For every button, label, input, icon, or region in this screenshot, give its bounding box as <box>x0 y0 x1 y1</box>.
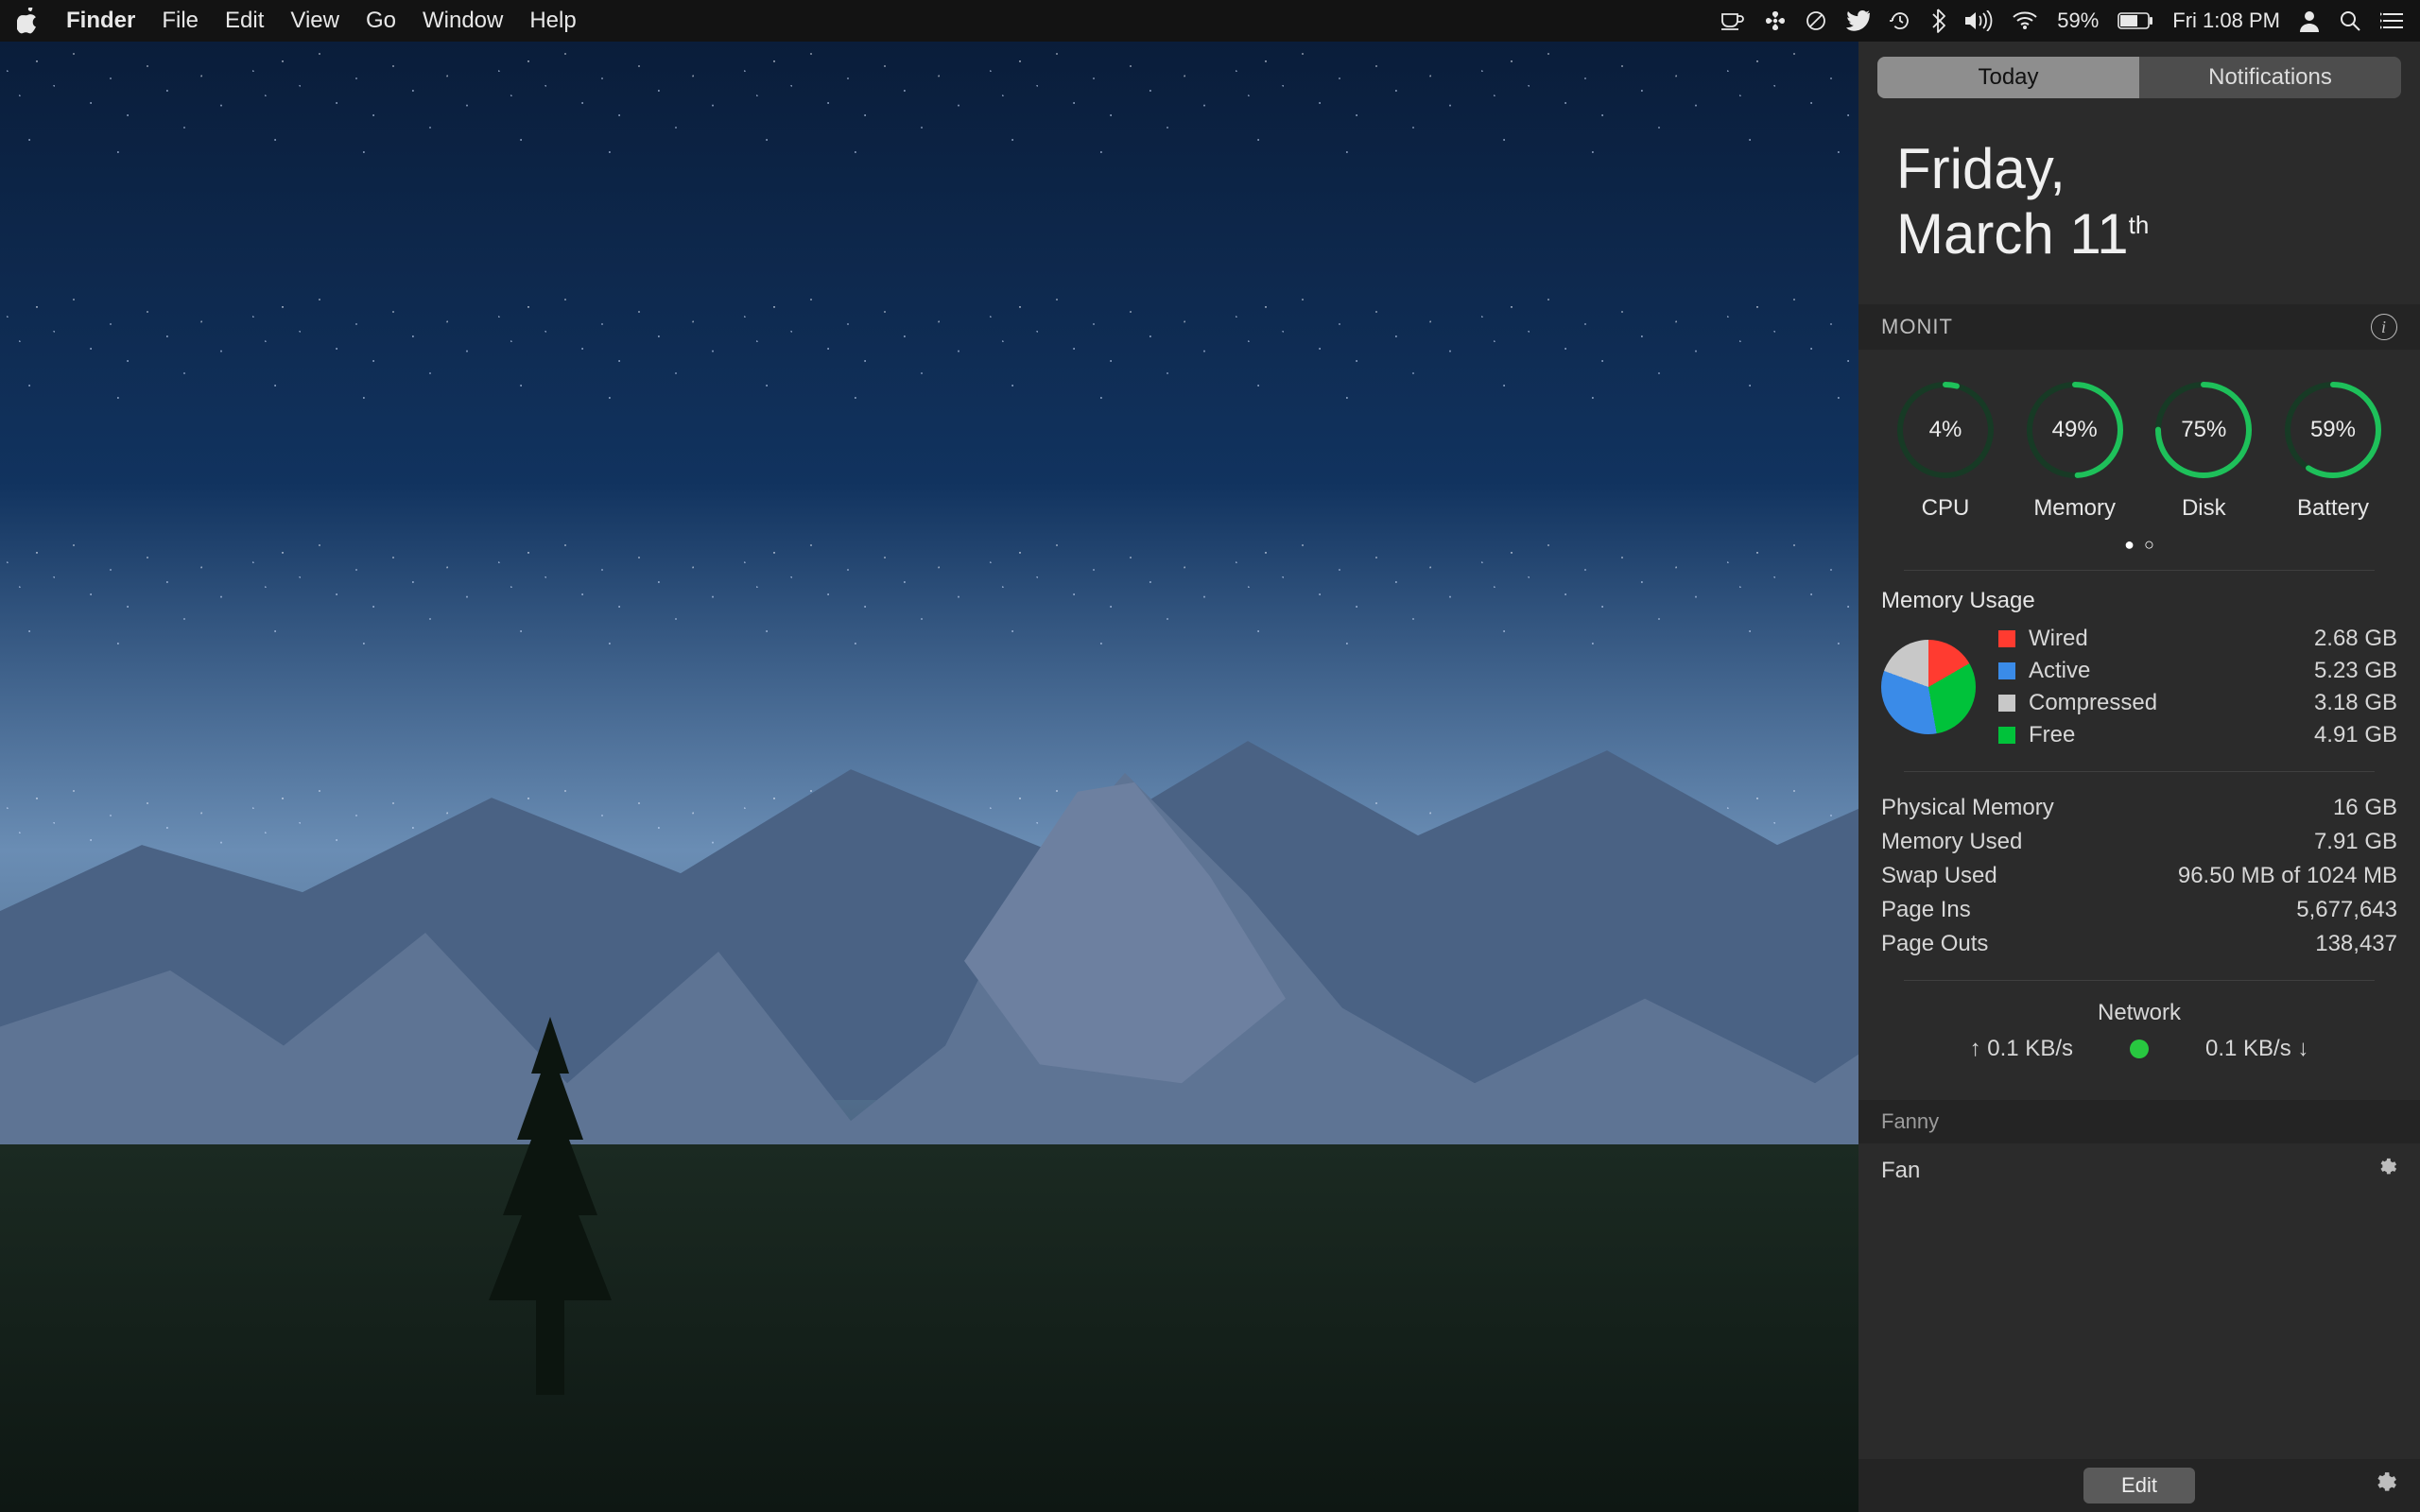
fan-icon[interactable] <box>1764 9 1787 32</box>
legend-value: 5.23 GB <box>2314 658 2397 684</box>
stat-value: 7.91 GB <box>2314 829 2397 855</box>
legend-row: Compressed 3.18 GB <box>1998 690 2397 716</box>
legend-row: Active 5.23 GB <box>1998 658 2397 684</box>
tab-notifications[interactable]: Notifications <box>2139 57 2401 98</box>
gauge-label: CPU <box>1922 495 1970 522</box>
stat-row: Physical Memory 16 GB <box>1881 795 2397 821</box>
wifi-icon[interactable] <box>2012 11 2038 30</box>
nc-footer: Edit <box>1858 1459 2420 1512</box>
gauge-percent: 4% <box>1893 378 1997 482</box>
settings-gear-icon[interactable] <box>2373 1470 2397 1502</box>
notification-center-panel: Today Notifications Friday, March 11th M… <box>1858 42 2420 1512</box>
fan-label: Fan <box>1881 1158 1920 1184</box>
menubar-clock[interactable]: Fri 1:08 PM <box>2172 9 2280 33</box>
stat-key: Physical Memory <box>1881 795 2054 821</box>
stat-row: Page Outs 138,437 <box>1881 931 2397 957</box>
monit-title: MONIT <box>1881 315 1953 339</box>
volume-icon[interactable] <box>1964 10 1993 31</box>
gauge-cpu: 4% CPU <box>1885 378 2006 522</box>
menu-edit[interactable]: Edit <box>225 8 264 34</box>
stat-value: 16 GB <box>2333 795 2397 821</box>
gauge-percent: 75% <box>2152 378 2256 482</box>
date-line-2: March 11th <box>1896 201 2382 266</box>
gear-icon[interactable] <box>2377 1157 2397 1184</box>
gauge-disk: 75% Disk <box>2143 378 2264 522</box>
menubar: Finder File Edit View Go Window Help <box>0 0 2420 42</box>
gauge-percent: 59% <box>2281 378 2385 482</box>
gauge-label: Battery <box>2297 495 2369 522</box>
app-menu[interactable]: Finder <box>66 8 135 34</box>
gauge-memory: 49% Memory <box>2014 378 2135 522</box>
legend-swatch <box>1998 695 2015 712</box>
gauge-ring: 59% <box>2281 378 2385 482</box>
monit-widget-body: 4% CPU 49% Memory 75% Disk 59% Battery ● ○ Memo… <box>1858 350 2420 1100</box>
network-section-title: Network <box>1881 981 2397 1036</box>
stat-key: Page Ins <box>1881 897 1971 923</box>
network-upload: ↑ 0.1 KB/s <box>1970 1036 2073 1062</box>
legend-label: Wired <box>2029 626 2088 652</box>
page-indicator: ● ○ <box>1881 529 2397 570</box>
legend-label: Compressed <box>2029 690 2157 716</box>
bluetooth-icon[interactable] <box>1930 9 1945 33</box>
legend-swatch <box>1998 727 2015 744</box>
legend-swatch <box>1998 630 2015 647</box>
edit-button[interactable]: Edit <box>2083 1468 2195 1503</box>
menu-help[interactable]: Help <box>529 8 576 34</box>
menu-go[interactable]: Go <box>366 8 396 34</box>
legend-label: Active <box>2029 658 2090 684</box>
notification-center-icon[interactable] <box>2380 11 2403 30</box>
today-date: Friday, March 11th <box>1858 108 2420 304</box>
network-status-dot <box>2130 1040 2149 1058</box>
memory-pie-chart <box>1881 640 1976 734</box>
stat-value: 138,437 <box>2315 931 2397 957</box>
menu-file[interactable]: File <box>162 8 199 34</box>
monit-widget-header: MONIT i <box>1858 304 2420 350</box>
gauge-battery: 59% Battery <box>2273 378 2394 522</box>
apple-menu-icon[interactable] <box>17 8 40 34</box>
fanny-widget-header: Fanny <box>1858 1100 2420 1143</box>
stat-key: Page Outs <box>1881 931 1988 957</box>
legend-row: Wired 2.68 GB <box>1998 626 2397 652</box>
timemachine-icon[interactable] <box>1889 9 1911 32</box>
stat-key: Swap Used <box>1881 863 1997 889</box>
nc-tab-switcher: Today Notifications <box>1877 57 2401 98</box>
network-download: 0.1 KB/s ↓ <box>2205 1036 2308 1062</box>
caffeine-icon[interactable] <box>1720 10 1745 31</box>
gauge-label: Disk <box>2182 495 2226 522</box>
gauge-ring: 4% <box>1893 378 1997 482</box>
gauge-ring: 49% <box>2023 378 2127 482</box>
gauge-percent: 49% <box>2023 378 2127 482</box>
gauge-label: Memory <box>2033 495 2116 522</box>
legend-row: Free 4.91 GB <box>1998 722 2397 748</box>
battery-icon[interactable] <box>2118 12 2153 29</box>
gauge-ring: 75% <box>2152 378 2256 482</box>
block-icon[interactable] <box>1806 10 1826 31</box>
fanny-fan-row: Fan <box>1858 1143 2420 1190</box>
menu-view[interactable]: View <box>290 8 339 34</box>
twitter-icon[interactable] <box>1845 10 1870 31</box>
user-icon[interactable] <box>2299 9 2320 32</box>
stat-row: Page Ins 5,677,643 <box>1881 897 2397 923</box>
spotlight-icon[interactable] <box>2339 9 2361 32</box>
network-row: ↑ 0.1 KB/s 0.1 KB/s ↓ <box>1881 1036 2397 1077</box>
info-icon[interactable]: i <box>2371 314 2397 340</box>
menu-window[interactable]: Window <box>423 8 503 34</box>
memory-section-title: Memory Usage <box>1881 571 2397 626</box>
battery-percent: 59% <box>2057 9 2099 33</box>
legend-label: Free <box>2029 722 2075 748</box>
legend-swatch <box>1998 662 2015 679</box>
legend-value: 4.91 GB <box>2314 722 2397 748</box>
stat-value: 96.50 MB of 1024 MB <box>2178 863 2397 889</box>
legend-value: 2.68 GB <box>2314 626 2397 652</box>
stat-row: Memory Used 7.91 GB <box>1881 829 2397 855</box>
stat-key: Memory Used <box>1881 829 2022 855</box>
tab-today[interactable]: Today <box>1877 57 2139 98</box>
legend-value: 3.18 GB <box>2314 690 2397 716</box>
date-line-1: Friday, <box>1896 136 2382 201</box>
stat-value: 5,677,643 <box>2296 897 2397 923</box>
stat-row: Swap Used 96.50 MB of 1024 MB <box>1881 863 2397 889</box>
